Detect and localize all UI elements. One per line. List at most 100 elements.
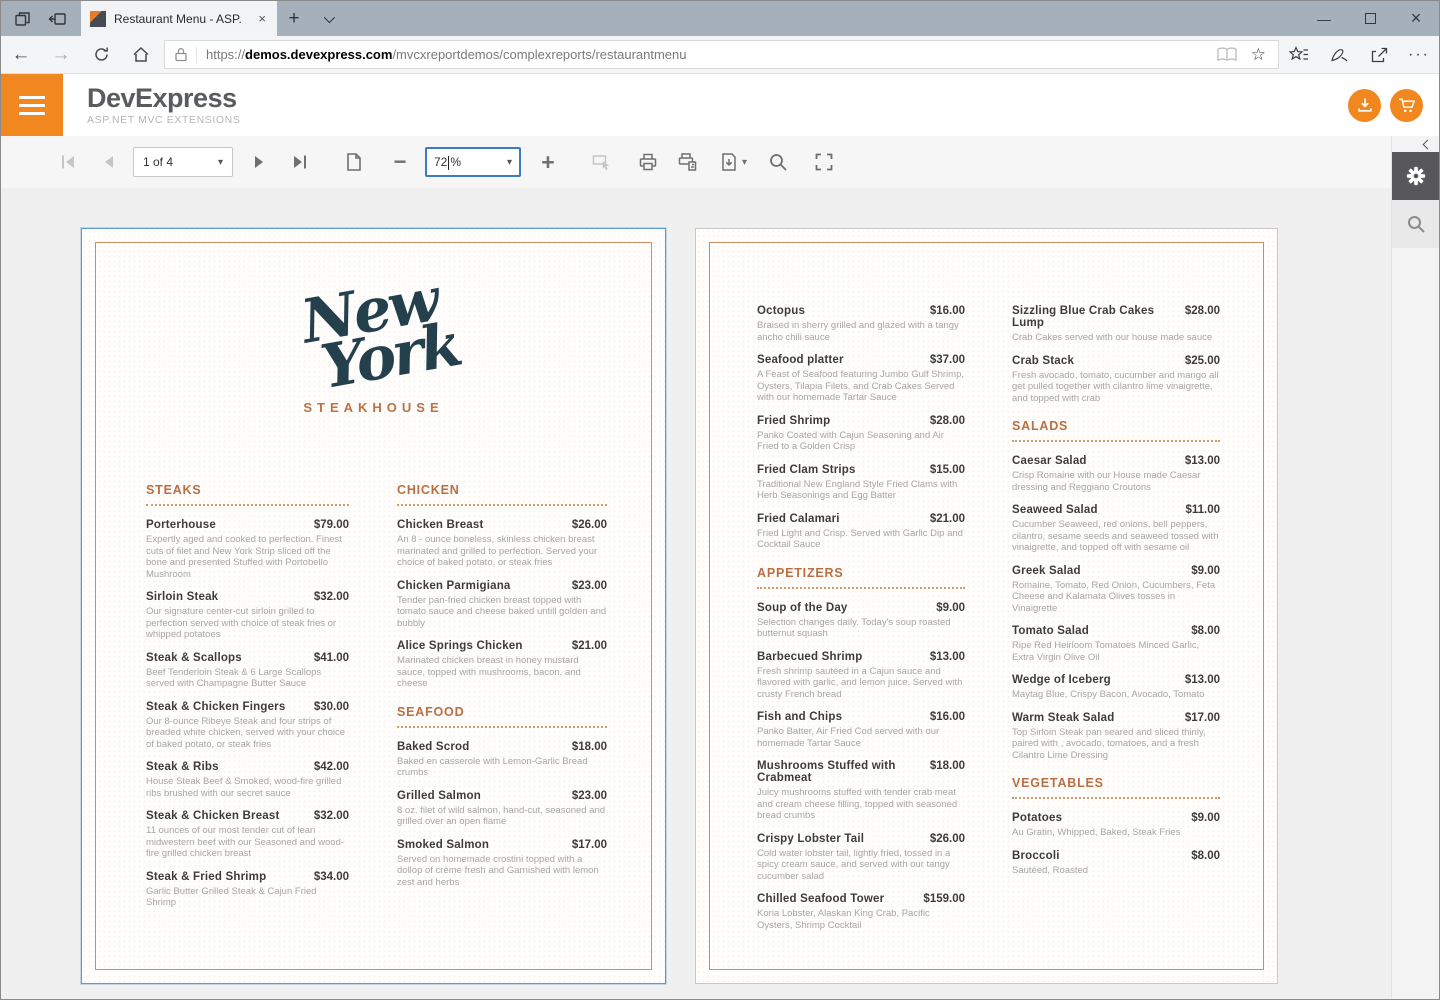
web-note-pen-icon[interactable]	[1319, 36, 1359, 74]
zoom-in-button[interactable]: +	[533, 148, 563, 176]
refresh-button[interactable]	[81, 36, 121, 74]
zoom-combo[interactable]: 72% ▾	[425, 147, 521, 177]
menu-item-price: $13.00	[1185, 674, 1220, 686]
url-path: /mvcxreportdemos/complexreports/restaura…	[392, 47, 686, 62]
forward-button[interactable]: →	[41, 36, 81, 74]
set-tabs-aside-icon[interactable]	[43, 6, 71, 32]
menu-item: Tomato Salad$8.00Ripe Red Heirloom Tomat…	[1012, 625, 1220, 663]
menu-section-title: STEAKS	[146, 483, 349, 506]
print-page-button[interactable]	[673, 148, 703, 176]
reading-view-icon[interactable]	[1217, 47, 1237, 62]
tab-close-icon[interactable]: ×	[256, 11, 268, 26]
menu-item-description: 8 oz. filet of wild salmon, hand-cut, se…	[397, 805, 607, 828]
menu-item-price: $21.00	[930, 513, 965, 525]
menu-item-description: Panko Coated with Cajun Seasoning and Ai…	[757, 430, 965, 453]
report-page-2[interactable]: Octopus$16.00Braised in sherry grilled a…	[695, 228, 1278, 984]
menu-item-price: $37.00	[930, 354, 965, 366]
menu-item-price: $13.00	[930, 651, 965, 663]
menu-item-description: Fresh avocado, tomato, cucumber and mang…	[1012, 370, 1220, 405]
menu-item-description: 11 ounces of our most tender cut of lean…	[146, 825, 349, 860]
menu-item: Steak & Chicken Fingers$30.00Our 8-ounce…	[146, 701, 349, 751]
hamburger-menu-button[interactable]	[1, 74, 63, 136]
tab-list-button[interactable]	[311, 1, 345, 36]
collapse-panel-button[interactable]	[1392, 136, 1439, 152]
url-text: https://demos.devexpress.com/mvcxreportd…	[206, 47, 1205, 62]
menu-item: Chilled Seafood Tower$159.00Kona Lobster…	[757, 893, 965, 931]
menu-item-name: Fried Calamari	[757, 513, 840, 525]
new-tab-button[interactable]: +	[277, 1, 311, 36]
menu-item-price: $30.00	[314, 701, 349, 713]
previous-page-button[interactable]	[93, 148, 123, 176]
menu-item-name: Warm Steak Salad	[1012, 712, 1114, 724]
menu-item-price: $11.00	[1185, 504, 1220, 516]
search-icon	[1406, 214, 1426, 234]
restaurant-logo: New York STEAKHOUSE	[82, 287, 665, 415]
menu-item-description: Braised in sherry grilled and glazed wit…	[757, 320, 965, 343]
browser-tab[interactable]: Restaurant Menu - ASP. ×	[81, 1, 277, 36]
titlebar-left-icons	[1, 1, 81, 36]
back-button[interactable]: ←	[1, 36, 41, 74]
menu-item-price: $41.00	[314, 652, 349, 664]
export-button[interactable]: ▾	[713, 148, 753, 176]
menu-item-price: $17.00	[572, 839, 607, 851]
search-tab[interactable]	[1392, 200, 1439, 248]
menu-item-description: Cucumber Seaweed, red onions, bell peppe…	[1012, 519, 1220, 554]
zoom-suffix: %	[450, 155, 461, 169]
menu-item: Seaweed Salad$11.00Cucumber Seaweed, red…	[1012, 504, 1220, 554]
menu-item-description: Juicy mushrooms stuffed with tender crab…	[757, 787, 965, 822]
download-button[interactable]	[1348, 89, 1381, 122]
favorite-star-icon[interactable]: ☆	[1251, 45, 1266, 65]
main-content: 1 of 4 ▾ − 72% ▾ +	[1, 136, 1439, 999]
menu-item: Seafood platter$37.00A Feast of Seafood …	[757, 354, 965, 404]
menu-item-description: Maytag Blue, Crispy Bacon, Avocado, Toma…	[1012, 689, 1220, 701]
menu-item-name: Chicken Breast	[397, 519, 484, 531]
menu-column: Sizzling Blue Crab Cakes Lump$28.00Crab …	[1012, 305, 1220, 887]
url-host: demos.devexpress.com	[245, 47, 392, 62]
url-field[interactable]: https://demos.devexpress.com/mvcxreportd…	[164, 40, 1279, 69]
cart-button[interactable]	[1390, 89, 1423, 122]
zoom-out-button[interactable]: −	[385, 148, 415, 176]
fullscreen-button[interactable]	[809, 148, 839, 176]
menu-item-name: Sizzling Blue Crab Cakes Lump	[1012, 305, 1177, 329]
menu-item-description: Cold water lobster tail, lightly fried, …	[757, 848, 965, 883]
print-button[interactable]	[633, 148, 663, 176]
menu-item: Warm Steak Salad$17.00Top Sirloin Steak …	[1012, 712, 1220, 762]
menu-item-price: $28.00	[930, 415, 965, 427]
text-cursor	[448, 156, 449, 170]
menu-item: Potatoes$9.00Au Gratin, Whipped, Baked, …	[1012, 812, 1220, 839]
first-page-button[interactable]	[53, 148, 83, 176]
menu-item: Baked Scrod$18.00Baked en casserole with…	[397, 741, 607, 779]
share-icon[interactable]	[1359, 36, 1399, 74]
page-setup-button[interactable]	[339, 148, 369, 176]
menu-item-price: $159.00	[923, 893, 965, 905]
logo-script-text: New York	[284, 273, 463, 396]
page-select-combo[interactable]: 1 of 4 ▾	[133, 147, 233, 177]
more-options-button[interactable]: ···	[1399, 36, 1439, 74]
menu-item-name: Chicken Parmigiana	[397, 580, 511, 592]
menu-item-name: Broccoli	[1012, 850, 1060, 862]
document-area[interactable]: New York STEAKHOUSE STEAKSPorterhouse$79…	[1, 188, 1391, 999]
menu-item-name: Steak & Chicken Breast	[146, 810, 280, 822]
menu-item-name: Potatoes	[1012, 812, 1062, 824]
tab-preview-icon[interactable]	[9, 6, 37, 32]
report-toolbar: 1 of 4 ▾ − 72% ▾ +	[1, 136, 1391, 188]
last-page-button[interactable]	[285, 148, 315, 176]
menu-item-price: $26.00	[930, 833, 965, 845]
brand-block: DevExpress ASP.NET MVC EXTENSIONS	[87, 84, 240, 126]
home-button[interactable]	[121, 36, 161, 74]
menu-item-price: $9.00	[1191, 565, 1220, 577]
menu-item-price: $18.00	[930, 760, 965, 772]
menu-column: Octopus$16.00Braised in sherry grilled a…	[757, 305, 965, 942]
hub-favorites-icon[interactable]	[1279, 36, 1319, 74]
menu-item-price: $16.00	[930, 305, 965, 317]
close-button[interactable]: ×	[1393, 1, 1439, 36]
report-page-1[interactable]: New York STEAKHOUSE STEAKSPorterhouse$79…	[81, 228, 666, 984]
highlight-editing-fields-button[interactable]	[587, 148, 617, 176]
next-page-button[interactable]	[245, 148, 275, 176]
menu-item-price: $42.00	[314, 761, 349, 773]
settings-tab[interactable]	[1392, 152, 1439, 200]
menu-item: Smoked Salmon$17.00Served on homemade cr…	[397, 839, 607, 889]
minimize-button[interactable]: —	[1301, 1, 1347, 36]
maximize-button[interactable]	[1347, 1, 1393, 36]
search-document-button[interactable]	[763, 148, 793, 176]
